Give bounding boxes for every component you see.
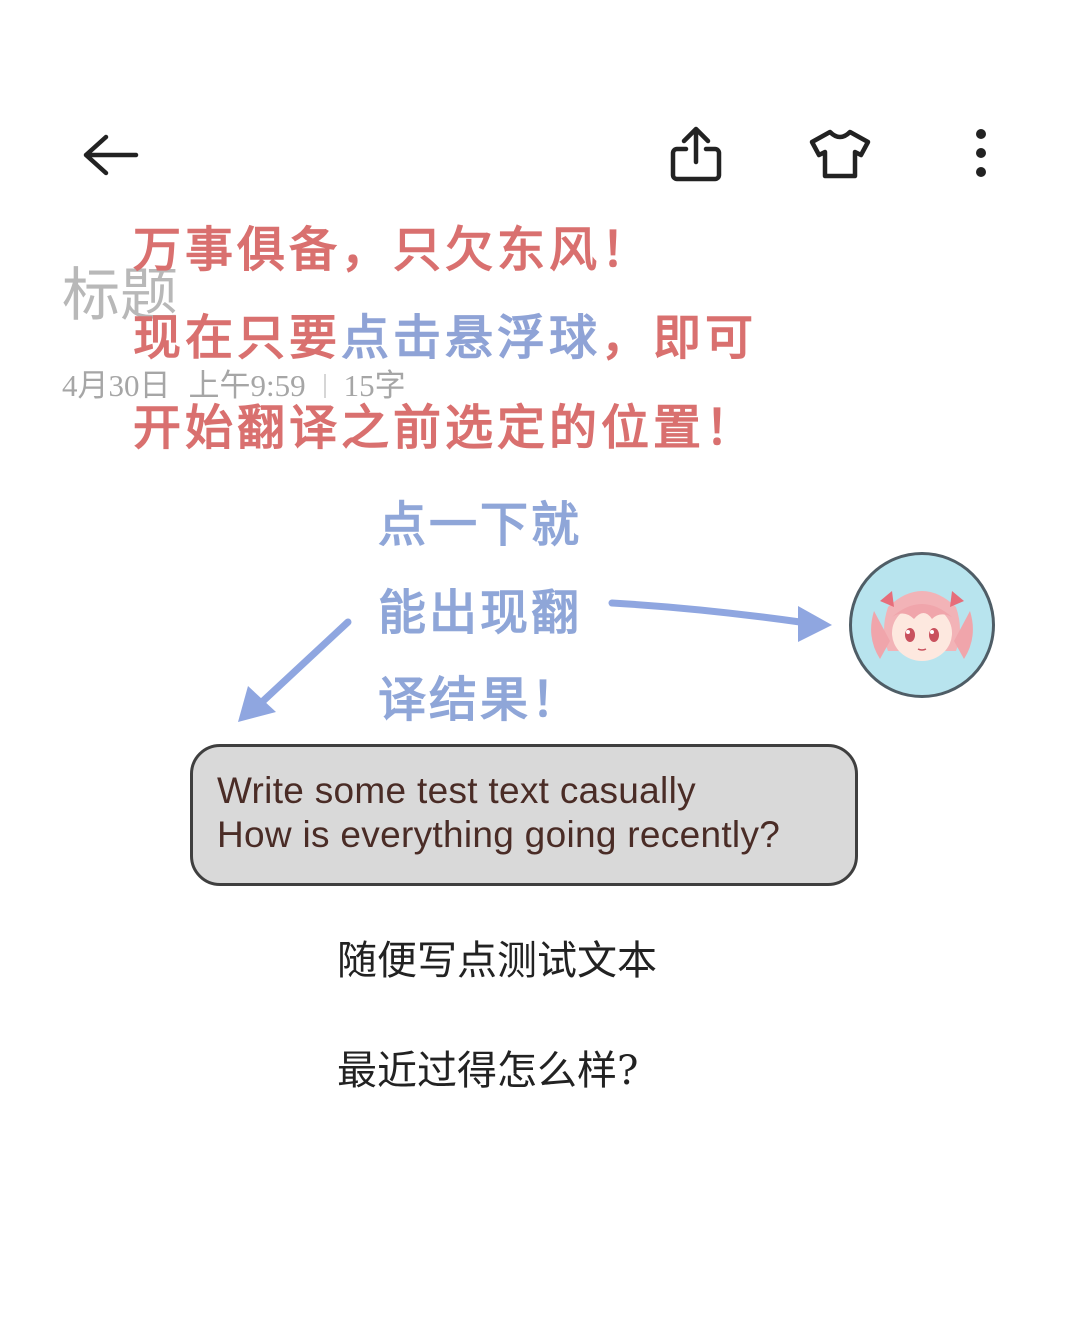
back-button[interactable] [70,120,150,190]
translation-result-popup[interactable]: Write some test text casually How is eve… [190,744,858,886]
anime-avatar-icon [871,591,973,661]
callout-line: 万事俱备，只欠东风！ [133,222,654,278]
translation-line: How is everything going recently? [217,814,781,855]
floating-ball-button[interactable] [849,552,995,698]
hint-line: 能出现翻 [378,585,583,641]
arrow-down-left-icon [238,618,352,722]
note-body-line[interactable]: 最近过得怎么样? [337,1038,638,1096]
more-options-button[interactable] [955,118,1007,190]
callout-text: 现在只要 [133,310,342,366]
share-icon [670,126,722,182]
tshirt-icon [809,129,871,179]
theme-button[interactable] [800,118,880,190]
callout-line: 开始翻译之前选定的位置！ [133,400,758,456]
callout-text: ，即可 [601,310,758,366]
hint-line: 译结果！ [378,672,583,728]
more-vertical-icon [976,129,986,177]
callout-highlight: 点击悬浮球 [341,310,602,366]
arrow-left-icon [83,134,139,176]
share-button[interactable] [660,118,732,190]
translation-line: Write some test text casually [217,770,696,811]
hint-line: 点一下就 [378,497,583,553]
arrow-right-icon [608,599,832,642]
note-body-line[interactable]: 随便写点测试文本 [337,928,657,986]
callout-line: 现在只要点击悬浮球，即可 [133,298,757,368]
